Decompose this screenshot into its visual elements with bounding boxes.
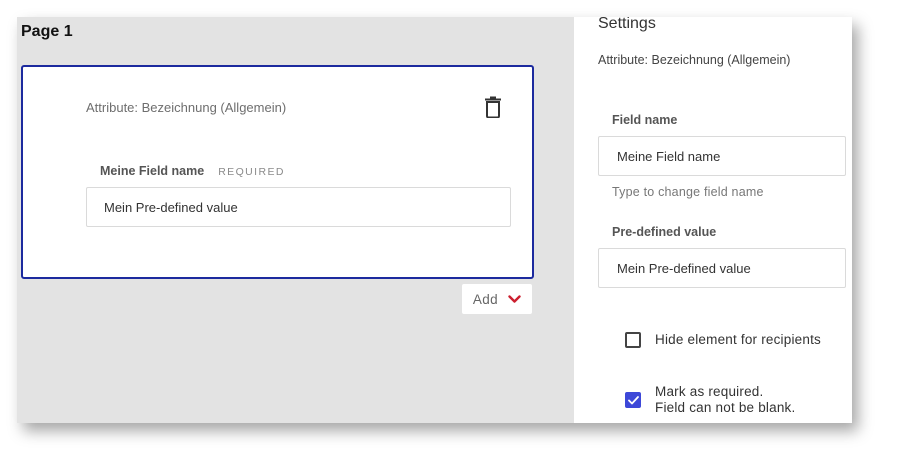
predefined-value-label: Pre-defined value: [612, 225, 717, 239]
settings-panel: Settings Attribute: Bezeichnung (Allgeme…: [574, 17, 852, 423]
card-attribute-label: Attribute: Bezeichnung (Allgemein): [86, 100, 287, 115]
mark-required-row[interactable]: Mark as required. Field can not be blank…: [625, 384, 795, 416]
predefined-value-input[interactable]: Mein Pre-defined value: [598, 248, 846, 288]
settings-attribute-label: Attribute: Bezeichnung (Allgemein): [598, 53, 791, 67]
page-title: Page 1: [21, 23, 73, 40]
checkmark-icon: [627, 395, 639, 404]
trash-icon[interactable]: [484, 96, 502, 119]
mark-required-line2: Field can not be blank.: [655, 400, 796, 415]
field-name-input[interactable]: Meine Field name: [598, 136, 846, 176]
hide-element-label: Hide element for recipients: [655, 332, 821, 347]
hide-element-row[interactable]: Hide element for recipients: [625, 332, 821, 348]
field-label-row: Meine Field name REQUIRED: [100, 164, 285, 178]
form-element-card[interactable]: Attribute: Bezeichnung (Allgemein) Meine…: [21, 65, 534, 279]
card-text-input[interactable]: Mein Pre-defined value: [86, 187, 511, 227]
hide-element-checkbox[interactable]: [625, 332, 641, 348]
mark-required-line1: Mark as required.: [655, 384, 764, 399]
required-tag: REQUIRED: [218, 166, 285, 178]
mark-required-checkbox[interactable]: [625, 392, 641, 408]
field-name-label: Field name: [612, 113, 678, 127]
field-name-hint: Type to change field name: [612, 185, 764, 199]
chevron-down-icon: [508, 294, 521, 303]
app-window: Page 1 Attribute: Bezeichnung (Allgemein…: [17, 17, 852, 423]
add-button[interactable]: Add: [462, 284, 532, 314]
add-button-label: Add: [472, 291, 499, 307]
settings-title: Settings: [598, 17, 656, 32]
field-label: Meine Field name: [100, 164, 205, 178]
mark-required-label: Mark as required. Field can not be blank…: [655, 384, 795, 416]
